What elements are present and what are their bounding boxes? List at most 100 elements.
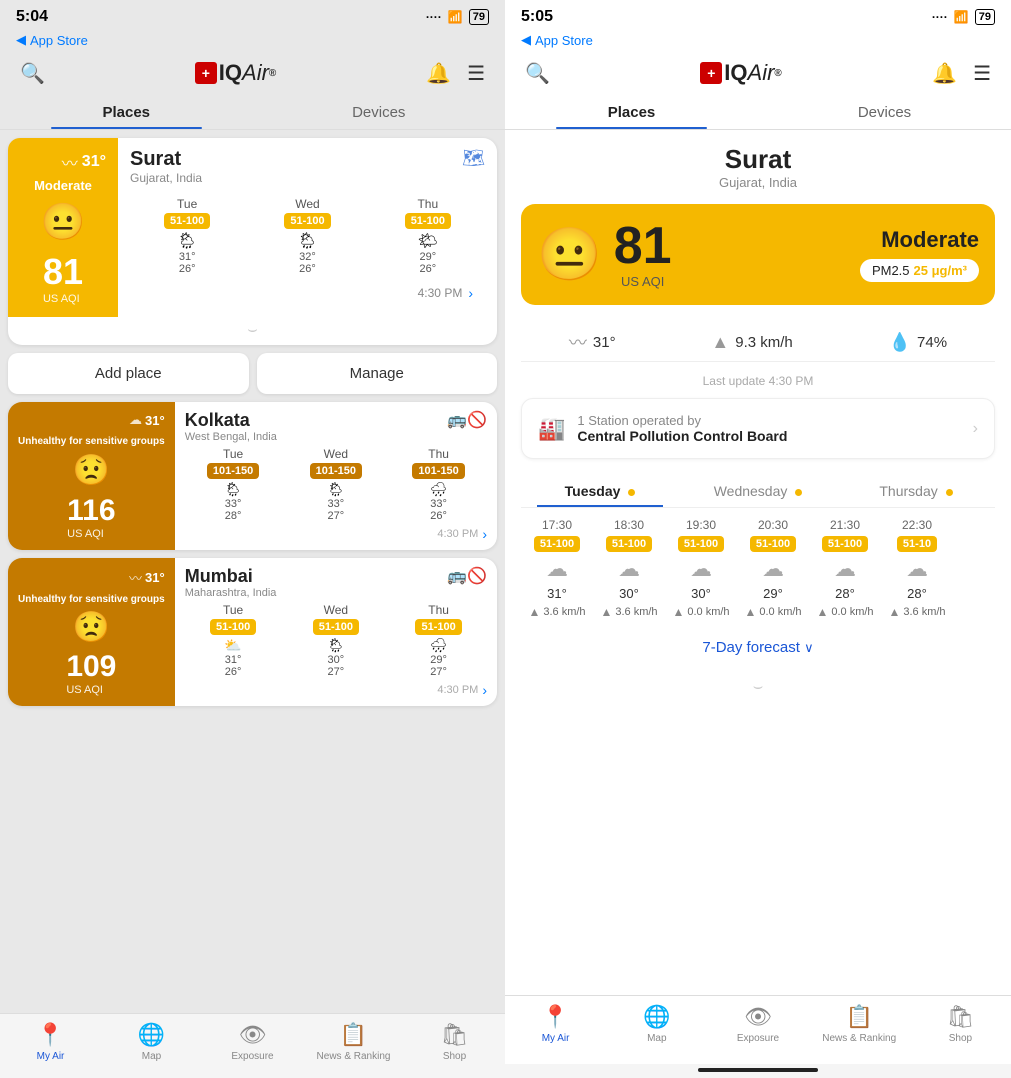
right-forecast-tab-tue[interactable]: Tuesday [521,475,679,507]
surat-chevron-icon[interactable]: › [468,285,473,301]
right-app-store-row[interactable]: ◀ App Store [505,30,1011,52]
right-aqi-status: Moderate [881,227,979,253]
right-city-location: Gujarat, India [521,175,995,190]
left-time: 5:04 [16,8,48,26]
right-tabs: Places Devices [505,94,1011,130]
mumbai-chevron[interactable]: › [482,682,487,698]
left-nav-shop[interactable]: 🛍 Shop [404,1022,505,1062]
hourly-item-4: 21:30 51-100 ☁ 28° ▲ 0.0 km/h [809,518,881,619]
temp-wave-icon: 〰 [569,329,587,355]
right-aqi-unit: US AQI [621,274,664,289]
map-label: Map [142,1051,161,1062]
mumbai-card[interactable]: 〰 31° Unhealthy for sensitive groups 😟 1… [8,558,497,706]
surat-aqi-unit: US AQI [43,293,83,305]
manage-button[interactable]: Manage [257,353,498,394]
left-menu-icon[interactable]: ☰ [467,61,485,86]
right-bell-icon[interactable]: 🔔 [932,61,957,86]
right-search-icon[interactable]: 🔍 [525,61,550,86]
left-nav-map[interactable]: 🌐 Map [101,1022,202,1062]
right-shop-icon: 🛍 [946,1004,974,1030]
shop-icon: 🛍 [441,1022,469,1048]
right-tab-places[interactable]: Places [505,94,758,129]
mumbai-forecast: Tue 51-100 ⛅ 31° 26° Wed 51-100 🌦 30° 27… [185,603,487,678]
mumbai-icons: 🚌🚫 [447,566,487,586]
left-tab-devices[interactable]: Devices [253,94,506,129]
right-app-store-label: App Store [535,33,593,48]
station-card[interactable]: 🏭 1 Station operated by Central Pollutio… [521,398,995,459]
news-label: News & Ranking [317,1051,391,1062]
left-search-icon[interactable]: 🔍 [20,61,45,86]
left-nav-news[interactable]: 📋 News & Ranking [303,1022,404,1062]
seven-day-forecast[interactable]: 7-Day forecast ∨ [521,627,995,672]
pm25-label: PM2.5 [872,263,910,278]
station-name: Central Pollution Control Board [577,428,960,444]
shop-label: Shop [443,1051,466,1062]
hourly-2-arrow: ▲ [672,605,684,619]
right-tab-devices[interactable]: Devices [758,94,1011,129]
mumbai-wave-icon: 〰 [129,568,142,587]
seven-day-chevron-icon: ∨ [804,640,814,655]
pm25-value: 25 μg/m³ [914,263,967,278]
right-menu-icon[interactable]: ☰ [973,61,991,86]
right-forecast-tab-thu[interactable]: Thursday [837,475,995,507]
hourly-item-1: 18:30 51-100 ☁ 30° ▲ 3.6 km/h [593,518,665,619]
right-nav-shop[interactable]: 🛍 Shop [910,1004,1011,1044]
hourly-5-arrow: ▲ [888,605,900,619]
humidity-stat: 💧 74% [889,329,947,355]
thu-aqi-badge: 51-100 [405,213,451,229]
wind-icon: ▲ [711,332,729,353]
left-bottom-nav: 📍 My Air 🌐 Map 👁 Exposure 📋 News & Ranki… [0,1013,505,1078]
mumbai-right: Mumbai Maharashtra, India 🚌🚫 Tue 51-100 … [175,558,497,706]
left-bell-icon[interactable]: 🔔 [426,61,451,86]
surat-update-time: 4:30 PM [418,286,463,300]
right-last-update: Last update 4:30 PM [521,370,995,398]
surat-card-top: 〰 31° Moderate 😐 81 US AQI Surat Gujarat… [8,138,497,317]
map-icon: 🌐 [138,1022,165,1048]
right-nav-my-air[interactable]: 📍 My Air [505,1004,606,1044]
right-panel: 5:05 ···· 📶 79 ◀ App Store 🔍 + IQAir® 🔔 … [505,0,1011,1078]
kolkata-card[interactable]: ☁ 31° Unhealthy for sensitive groups 😟 1… [8,402,497,550]
surat-bottom-row: 4:30 PM › [130,281,485,307]
right-map-icon: 🌐 [643,1004,670,1030]
kolkata-city-name: Kolkata [185,410,277,431]
right-my-air-icon: 📍 [542,1004,569,1030]
right-header-nav: 🔍 + IQAir® 🔔 ☰ [505,52,1011,94]
bottom-expand-handle[interactable]: ⌣ [521,672,995,700]
temp-value: 31° [593,334,616,351]
mumbai-status: Unhealthy for sensitive groups [18,594,165,606]
right-nav-exposure[interactable]: 👁 Exposure [707,1004,808,1044]
wind-wave-icon: 〰 [62,150,78,174]
right-logo-cross: + [700,62,722,84]
right-weather-stats: 〰 31° ▲ 9.3 km/h 💧 74% [521,317,995,362]
left-logo: + IQAir® [195,60,277,86]
right-nav-news[interactable]: 📋 News & Ranking [809,1004,910,1044]
add-place-button[interactable]: Add place [8,353,249,394]
surat-card[interactable]: 〰 31° Moderate 😐 81 US AQI Surat Gujarat… [8,138,497,345]
surat-map-icon[interactable]: 🗺 [462,148,485,169]
my-air-icon: 📍 [37,1022,64,1048]
station-text: 1 Station operated by Central Pollution … [577,413,960,444]
surat-right-info: Surat Gujarat, India 🗺 Tue 51-100 🌦 31° [118,138,497,317]
right-city-name: Surat [521,130,995,175]
kolkata-aqi-unit: US AQI [67,528,115,540]
kolkata-status: Unhealthy for sensitive groups [18,436,165,448]
left-nav-exposure[interactable]: 👁 Exposure [202,1022,303,1062]
surat-aqi-box: 〰 31° Moderate 😐 81 US AQI [8,138,118,317]
left-nav-my-air[interactable]: 📍 My Air [0,1022,101,1062]
right-nav-map[interactable]: 🌐 Map [606,1004,707,1044]
right-forecast-tab-wed[interactable]: Wednesday [679,475,837,507]
kolkata-location: West Bengal, India [185,431,277,443]
left-app-store-row[interactable]: ◀ App Store [0,30,505,52]
right-aqi-center: 81 US AQI [614,220,672,289]
left-tab-places[interactable]: Places [0,94,253,129]
right-status-icons: ···· 📶 79 [932,9,995,25]
kolkata-chevron[interactable]: › [482,526,487,542]
expand-handle[interactable]: ⌣ [8,317,497,345]
right-aqi-right: Moderate PM2.5 25 μg/m³ [860,227,979,282]
logo-cross-icon: + [195,62,217,84]
right-news-label: News & Ranking [822,1033,896,1044]
hourly-0-icon: ☁ [546,556,568,582]
right-nav-right: 🔔 ☰ [932,61,991,86]
mumbai-location: Maharashtra, India [185,587,277,599]
hourly-item-2: 19:30 51-100 ☁ 30° ▲ 0.0 km/h [665,518,737,619]
